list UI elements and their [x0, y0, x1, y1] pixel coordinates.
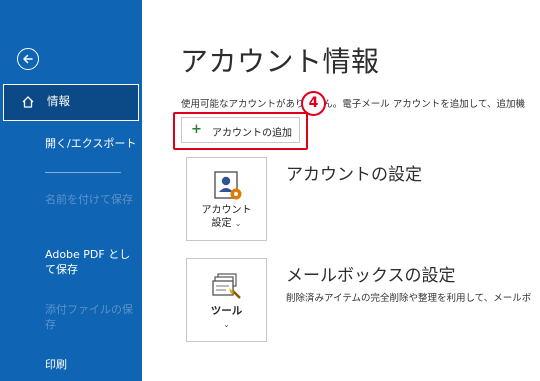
account-settings-title: アカウントの設定: [286, 165, 422, 185]
tools-label: ツール: [210, 305, 243, 317]
sidebar-item-label: Adobe PDF として保存: [45, 248, 131, 276]
sidebar-item-save-as-adobe-pdf[interactable]: Adobe PDF として保存: [0, 247, 142, 277]
add-account-label: アカウントの追加: [212, 128, 292, 139]
tools-chevron-wrap: ⌄: [187, 318, 266, 331]
chevron-down-icon: ⌄: [223, 320, 230, 329]
backstage-sidebar: 情報 開く/エクスポート 名前を付けて保存 Adobe PDF として保存 添付…: [0, 0, 142, 381]
page-title: アカウント情報: [180, 45, 380, 78]
account-settings-tile-line2: 設定: [211, 218, 232, 229]
sidebar-item-print[interactable]: 印刷: [0, 357, 142, 373]
plus-icon: +: [191, 122, 202, 137]
sidebar-item-label: 添付ファイルの保存: [45, 303, 133, 331]
add-account-button[interactable]: + アカウントの追加: [181, 117, 300, 143]
account-settings-tile-line1: アカウント: [201, 205, 252, 216]
sidebar-item-save-as[interactable]: 名前を付けて保存: [0, 192, 142, 208]
account-settings-tile-line2-wrap: 設定 ⌄: [187, 217, 266, 230]
sidebar-item-label: 名前を付けて保存: [45, 193, 133, 206]
back-arrow-icon[interactable]: [17, 48, 39, 70]
sidebar-item-label: 開く/エクスポート: [45, 137, 137, 150]
account-settings-icon: [211, 170, 243, 205]
sidebar-item-info[interactable]: 情報: [3, 84, 139, 121]
step-number-badge: 4: [301, 91, 326, 116]
account-settings-button[interactable]: アカウント 設定 ⌄: [186, 157, 267, 241]
sidebar-item-label: 情報: [47, 94, 70, 108]
sidebar-item-label: 印刷: [45, 358, 67, 371]
home-icon: [21, 95, 35, 113]
mailbox-settings-description: 削除済みアイテムの完全削除や整理を利用して、メールボ: [286, 293, 532, 304]
chevron-down-icon: ⌄: [234, 219, 242, 228]
sidebar-divider: [45, 172, 121, 173]
tools-button[interactable]: ツール ⌄: [186, 258, 267, 342]
tools-icon: [211, 271, 243, 306]
sidebar-item-save-attachments[interactable]: 添付ファイルの保存: [0, 302, 142, 331]
mailbox-settings-title: メールボックスの設定: [286, 266, 456, 286]
account-description: 使用可能なアカウントがありません。電子メール アカウントを追加して、追加機: [181, 99, 525, 110]
sidebar-item-open-export[interactable]: 開く/エクスポート: [0, 136, 142, 152]
